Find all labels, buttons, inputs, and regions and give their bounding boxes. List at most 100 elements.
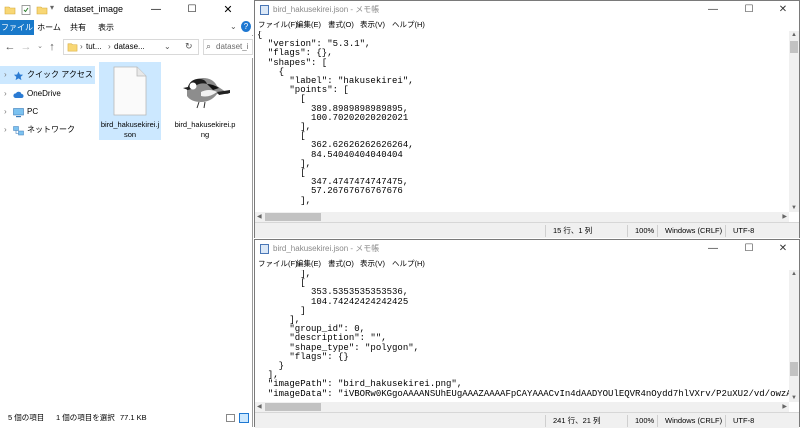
- up-button[interactable]: ↑: [46, 40, 58, 54]
- notepad-window-bottom: bird_hakusekirei.json - メモ帳 — ☐ ✕ ファイル(F…: [254, 239, 800, 428]
- minimize-button[interactable]: —: [699, 1, 727, 18]
- maximize-button[interactable]: ☐: [178, 1, 206, 19]
- status-divider: [657, 415, 658, 427]
- sidebar-item-label: ネットワーク: [27, 125, 75, 134]
- forward-button[interactable]: →: [20, 40, 32, 54]
- scroll-down-icon[interactable]: ▼: [791, 395, 797, 401]
- menu-file[interactable]: ファイル(F): [258, 258, 298, 269]
- folder-icon: [4, 4, 16, 16]
- status-divider: [627, 225, 628, 237]
- zoom-level: 100%: [635, 226, 655, 235]
- chevron-right-icon[interactable]: ›: [4, 121, 7, 139]
- breadcrumb-item[interactable]: datase...: [114, 42, 145, 51]
- vertical-scrollbar[interactable]: ▲ ▼: [789, 270, 799, 402]
- search-icon: ⌕: [206, 41, 212, 51]
- selected-count: 1 個の項目を選択: [56, 413, 115, 422]
- notepad-icon: [260, 5, 269, 15]
- explorer-ribbon: ファイル ホーム 共有 表示 ⌄ ?: [0, 20, 253, 35]
- minimize-button[interactable]: —: [699, 240, 727, 257]
- menu-format[interactable]: 書式(O): [328, 258, 354, 269]
- minimize-button[interactable]: —: [142, 1, 170, 19]
- scroll-left-icon[interactable]: ◀: [257, 403, 262, 410]
- horizontal-scrollbar[interactable]: ◀ ▶: [255, 212, 789, 222]
- sidebar-item-label: クイック アクセス: [27, 70, 93, 79]
- recent-locations-icon[interactable]: ⌄: [34, 40, 46, 54]
- menu-help[interactable]: ヘルプ(H): [392, 258, 425, 269]
- scroll-up-icon[interactable]: ▲: [791, 271, 797, 277]
- selected-size: 77.1 KB: [120, 413, 147, 422]
- menu-view[interactable]: 表示(V): [360, 258, 385, 269]
- notepad-status-bar: 15 行、1 列 100% Windows (CRLF) UTF-8: [255, 222, 799, 238]
- status-divider: [627, 415, 628, 427]
- text-content[interactable]: { "version": "5.3.1", "flags": {}, "shap…: [257, 31, 414, 206]
- cursor-position: 15 行、1 列: [553, 226, 593, 235]
- text-content[interactable]: ], [ 353.5353535353536, 104.742424242424…: [257, 270, 789, 399]
- sidebar-item-onedrive[interactable]: › OneDrive: [0, 85, 95, 103]
- close-button[interactable]: ✕: [769, 1, 797, 18]
- scroll-right-icon[interactable]: ▶: [782, 403, 787, 410]
- refresh-icon[interactable]: ↻: [185, 41, 193, 52]
- tab-home[interactable]: ホーム: [36, 20, 62, 35]
- tab-share[interactable]: 共有: [66, 20, 90, 35]
- chevron-right-icon[interactable]: ›: [4, 66, 7, 84]
- qat-dropdown-icon[interactable]: ▾: [50, 3, 62, 15]
- menu-help[interactable]: ヘルプ(H): [392, 19, 425, 30]
- tab-file[interactable]: ファイル: [0, 20, 34, 35]
- scrollbar-thumb[interactable]: [790, 41, 798, 53]
- status-divider: [725, 225, 726, 237]
- sidebar-item-pc[interactable]: › PC: [0, 103, 95, 121]
- expand-ribbon-icon[interactable]: ⌄: [230, 22, 237, 31]
- help-icon[interactable]: ?: [241, 21, 251, 32]
- properties-icon[interactable]: [20, 4, 32, 16]
- chevron-right-icon[interactable]: ›: [4, 85, 7, 103]
- address-bar-row: ← → ⌄ ↑ › tut... › datase... ⌄ ↻ ⌕: [0, 36, 253, 58]
- file-item-json[interactable]: bird_hakusekirei.json: [99, 62, 161, 140]
- menu-edit[interactable]: 編集(E): [296, 258, 321, 269]
- back-button[interactable]: ←: [4, 40, 16, 54]
- scrollbar-thumb[interactable]: [790, 362, 798, 376]
- maximize-button[interactable]: ☐: [735, 1, 763, 18]
- address-box[interactable]: › tut... › datase... ⌄ ↻: [63, 39, 199, 55]
- horizontal-scrollbar[interactable]: ◀ ▶: [255, 402, 789, 412]
- breadcrumb-separator: ›: [80, 42, 83, 51]
- new-folder-icon[interactable]: [36, 4, 48, 16]
- search-input[interactable]: [216, 42, 252, 51]
- sidebar-item-label: PC: [27, 107, 39, 116]
- maximize-button[interactable]: ☐: [735, 240, 763, 257]
- scroll-up-icon[interactable]: ▲: [791, 32, 797, 38]
- text-editor[interactable]: { "version": "5.3.1", "flags": {}, "shap…: [255, 31, 789, 212]
- cloud-icon: [13, 89, 24, 99]
- scroll-left-icon[interactable]: ◀: [257, 213, 262, 220]
- tab-view[interactable]: 表示: [94, 20, 118, 35]
- chevron-right-icon[interactable]: ›: [4, 103, 7, 121]
- breadcrumb-item[interactable]: tut...: [86, 42, 102, 51]
- details-view-icon[interactable]: [226, 414, 235, 422]
- status-divider: [545, 225, 546, 237]
- notepad-window-title: bird_hakusekirei.json - メモ帳: [273, 244, 380, 253]
- sidebar-item-network[interactable]: › ネットワーク: [0, 121, 95, 139]
- notepad-window-top: bird_hakusekirei.json - メモ帳 — ☐ ✕ ファイル(F…: [254, 0, 800, 238]
- menu-edit[interactable]: 編集(E): [296, 19, 321, 30]
- menu-file[interactable]: ファイル(F): [258, 19, 298, 30]
- scroll-down-icon[interactable]: ▼: [791, 205, 797, 211]
- close-button[interactable]: ✕: [214, 1, 242, 19]
- explorer-title-bar: ▾ dataset_image — ☐ ✕: [0, 0, 253, 20]
- file-name: bird_hakusekirei.json: [100, 120, 160, 139]
- document-icon: [113, 66, 147, 118]
- menu-view[interactable]: 表示(V): [360, 19, 385, 30]
- text-editor[interactable]: ], [ 353.5353535353536, 104.742424242424…: [255, 270, 789, 402]
- file-item-png[interactable]: bird_hakusekirei.png: [174, 62, 236, 140]
- scrollbar-thumb[interactable]: [265, 213, 321, 221]
- scroll-right-icon[interactable]: ▶: [782, 213, 787, 220]
- vertical-scrollbar[interactable]: ▲ ▼: [789, 31, 799, 212]
- chevron-down-icon[interactable]: ⌄: [164, 42, 171, 51]
- status-divider: [657, 225, 658, 237]
- sidebar-item-quick-access[interactable]: › クイック アクセス: [0, 66, 95, 84]
- encoding: UTF-8: [733, 226, 755, 235]
- menu-format[interactable]: 書式(O): [328, 19, 354, 30]
- search-box[interactable]: ⌕: [203, 39, 253, 55]
- large-icons-view-icon[interactable]: [239, 413, 249, 423]
- close-button[interactable]: ✕: [769, 240, 797, 257]
- notepad-menu-bar: ファイル(F) 編集(E) 書式(O) 表示(V) ヘルプ(H): [255, 18, 799, 31]
- scrollbar-thumb[interactable]: [265, 403, 321, 411]
